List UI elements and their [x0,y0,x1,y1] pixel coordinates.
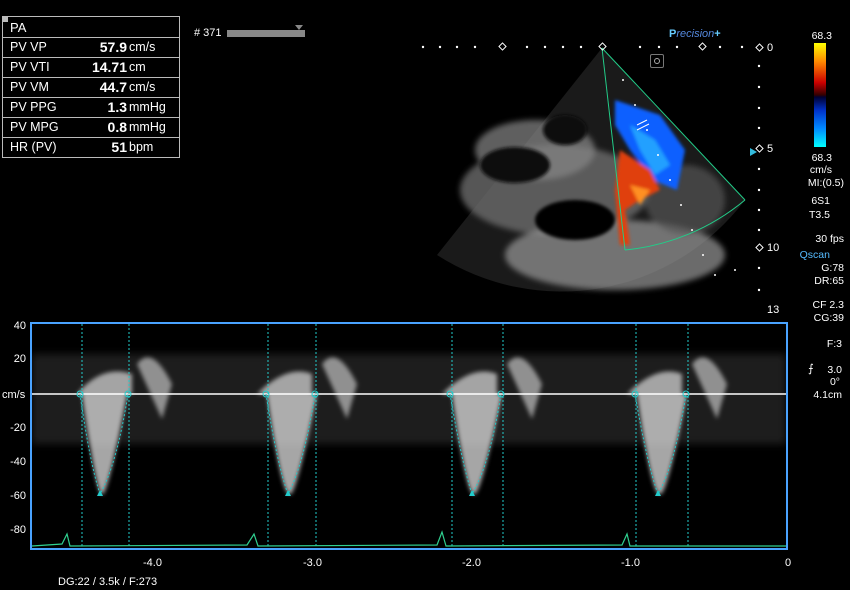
measurement-value: 1.3 [107,99,127,115]
measurement-row: PV VTI 14.71 cm [3,58,179,78]
measurement-unit: cm/s [129,80,156,94]
cine-position-marker[interactable] [295,25,303,30]
color-scale-bottom: 68.3 [811,152,832,164]
measurement-title: PA [10,20,27,35]
y-tick-label: -80 [10,524,26,536]
measurement-unit: cm/s [129,40,156,54]
qscan-label: Qscan [799,249,830,261]
corner-marker [3,17,8,22]
measurement-value: 0.8 [107,119,127,135]
cine-scrollbar[interactable] [227,30,305,37]
precision-logo: Precision+ [669,28,721,40]
focus-marker-icon[interactable] [750,148,757,156]
measurement-label: HR (PV) [10,140,57,154]
measurement-row: PV VM 44.7 cm/s [3,78,179,98]
measurement-value: 57.9 [99,39,127,55]
precision-logo-suffix: + [714,28,721,40]
angle-correction: 3.0 [827,364,842,376]
measurement-unit: bpm [129,140,154,154]
measurement-unit: cm [129,60,146,74]
gain-value: G:78 [821,262,844,274]
y-unit-label: cm/s [2,389,26,401]
measurement-table: PA PV VP 57.9 cm/s PV VTI 14.71 cm PV VM… [2,16,180,158]
color-scale-unit: cm/s [809,164,832,176]
y-tick-label: 40 [13,320,26,332]
record-icon-inner [654,58,660,64]
precision-logo-name: recision [676,28,715,40]
x-tick-label: -1.0 [621,557,640,569]
measurement-label: PV MPG [10,120,59,134]
bmode-sector-image [437,47,746,292]
dynamic-range: DR:65 [814,275,844,287]
measurement-header: PA [3,17,179,38]
measurement-label: PV VP [10,40,47,54]
color-gain: CG:39 [813,312,844,324]
measurement-row: HR (PV) 51 bpm [3,138,179,157]
y-tick-label: -40 [10,456,26,468]
gate-depth: 4.1cm [813,389,842,401]
lateral-scale [421,42,744,51]
doppler-settings: DG:22 / 3.5k / F:273 [58,576,157,588]
y-tick-label: -20 [10,422,26,434]
frame-number: # 371 [194,27,222,39]
x-tick-label: -2.0 [462,557,481,569]
preset-value: T3.5 [808,209,830,221]
frame-count: / F:273 [122,576,158,588]
measurement-value: 14.71 [91,59,127,75]
measurement-value: 51 [111,139,127,155]
angle-degrees: 0° [829,376,840,388]
measurement-row: PV VP 57.9 cm/s [3,38,179,58]
doppler-trace [32,324,786,548]
y-tick-label: 20 [13,353,26,365]
filter-value: F:3 [826,338,842,350]
y-tick-label: -60 [10,490,26,502]
measurement-label: PV VTI [10,60,50,74]
x-tick-label: -4.0 [143,557,162,569]
depth-scale [755,43,764,292]
color-scale-top: 68.3 [811,30,832,42]
depth-label: 13 [767,304,780,316]
color-velocity-bar [814,43,826,147]
measurement-unit: mmHg [129,120,166,134]
probe-name: 6S1 [811,195,830,207]
prf-value: / 3.5k [92,576,120,588]
mi-value: MI:(0.5) [807,177,844,189]
measurement-label: PV PPG [10,100,57,114]
measurement-unit: mmHg [129,100,166,114]
frame-rate: 30 fps [815,233,844,245]
measurement-row: PV PPG 1.3 mmHg [3,98,179,118]
color-frequency: CF 2.3 [812,299,844,311]
depth-label: 0 [767,42,774,54]
measurement-row: PV MPG 0.8 mmHg [3,118,179,138]
x-tick-label: -3.0 [303,557,322,569]
record-icon [650,54,664,68]
x-tick-label: 0 [785,557,792,569]
doppler-gain: DG:22 [58,576,90,588]
measurement-value: 44.7 [99,79,127,95]
measurement-label: PV VM [10,80,49,94]
